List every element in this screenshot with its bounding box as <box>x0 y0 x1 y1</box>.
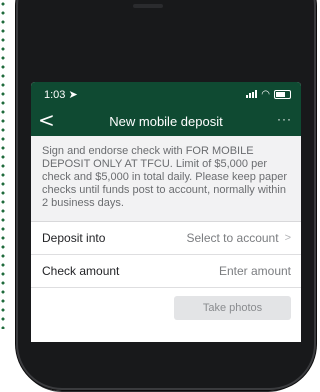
deposit-into-value: Select to account <box>186 231 279 245</box>
deposit-instructions: Sign and endorse check with FOR MOBILE D… <box>31 136 301 222</box>
deposit-into-row[interactable]: Deposit into Select to account > <box>31 222 301 255</box>
signal-bars-icon <box>246 90 258 98</box>
check-amount-label: Check amount <box>42 264 120 278</box>
actions-area: Take photos <box>31 288 301 320</box>
check-amount-field[interactable]: Enter amount <box>219 264 291 278</box>
take-photos-button[interactable]: Take photos <box>174 296 291 320</box>
wifi-icon: ◠ <box>261 88 270 100</box>
more-options-icon[interactable]: ··· <box>277 112 292 126</box>
page-title: New mobile deposit <box>109 113 223 129</box>
check-amount-row[interactable]: Check amount Enter amount <box>31 255 301 288</box>
deposit-into-select[interactable]: Select to account > <box>187 231 292 245</box>
stitched-border-decoration <box>0 0 12 329</box>
nav-bar: < New mobile deposit ··· <box>31 106 301 136</box>
status-bar: 1:03 ➤ ◠ <box>31 82 301 106</box>
chevron-right-icon: > <box>284 232 291 244</box>
status-icons: ◠ <box>246 89 291 100</box>
location-arrow-icon: ➤ <box>65 88 78 101</box>
status-time: 1:03 ➤ <box>44 88 78 101</box>
deposit-into-label: Deposit into <box>42 231 106 245</box>
app-screen: 1:03 ➤ ◠ < New mobile deposit ··· Sign a… <box>31 82 301 342</box>
back-chevron-icon[interactable]: < <box>38 109 55 131</box>
battery-icon <box>274 89 291 99</box>
phone-speaker <box>133 4 163 8</box>
